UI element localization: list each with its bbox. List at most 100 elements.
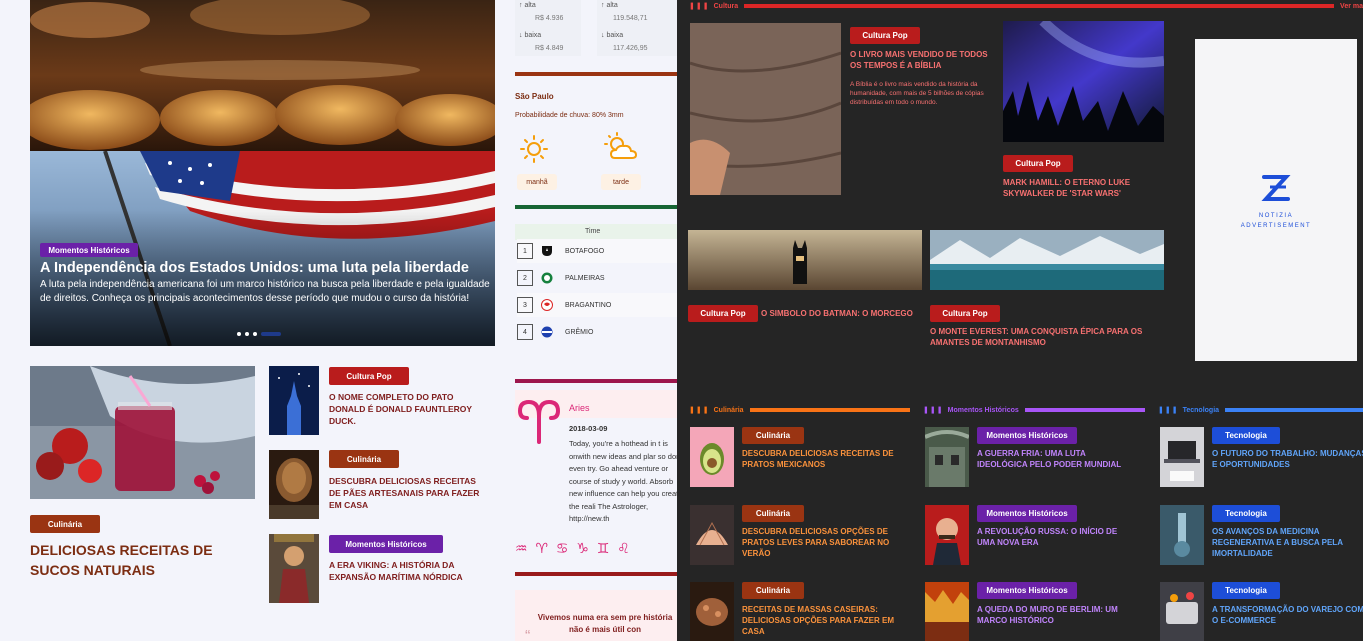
quote-text: Vivemos numa era sem pre história não é … <box>537 613 673 634</box>
slider-dot-active[interactable] <box>261 332 281 336</box>
table-row[interactable]: 2 PALMEIRAS <box>517 266 677 290</box>
bragantino-crest-icon <box>541 299 553 311</box>
market-down-label: baixa <box>524 32 542 39</box>
market-up-label: alta <box>524 2 536 9</box>
ecommerce-thumbnail[interactable] <box>1160 582 1204 641</box>
momentos-item-1-category[interactable]: Momentos Históricos <box>977 427 1077 444</box>
berlinwall-thumbnail[interactable] <box>925 582 969 641</box>
table-row[interactable]: 1 BOTAFOGO <box>517 239 677 263</box>
list-item-1-category[interactable]: Cultura Pop <box>329 367 409 385</box>
section-dots: ❚❚❚ <box>689 407 710 414</box>
top-food-image[interactable] <box>30 0 495 151</box>
row-position: 2 <box>517 270 533 286</box>
momentos-item-2-title[interactable]: A REVOLUÇÃO RUSSA: O INÍCIO DE UMA NOVA … <box>977 526 1132 548</box>
cultura-item-1-category[interactable]: Cultura Pop <box>850 27 920 44</box>
market-col1-down-value: R$ 4.849 <box>535 45 564 52</box>
everest-image[interactable] <box>930 230 1164 290</box>
bread-thumbnail[interactable] <box>269 450 319 519</box>
culinaria-item-2-category[interactable]: Culinária <box>742 505 804 522</box>
momentos-item-3-category[interactable]: Momentos Históricos <box>977 582 1077 599</box>
row-position: 1 <box>517 243 533 259</box>
list-item-1-title[interactable]: O NOME COMPLETO DO PATO DONALD É DONALD … <box>329 391 489 427</box>
shell-thumbnail[interactable] <box>690 505 734 565</box>
market-col1-down: ↓ baixa <box>519 32 541 39</box>
cultura-item-1-title[interactable]: O LIVRO MAIS VENDIDO DE TODOS OS TEMPOS … <box>850 49 995 71</box>
batman-image[interactable] <box>688 230 922 290</box>
feature-category-badge[interactable]: Culinária <box>30 515 100 533</box>
gremio-crest-icon <box>541 326 553 338</box>
momentos-item-1-title[interactable]: A GUERRA FRIA: UMA LUTA IDEOLÓGICA PELO … <box>977 448 1137 470</box>
cloud-sun-icon <box>603 132 639 162</box>
cultura-item-3-category[interactable]: Cultura Pop <box>688 305 758 322</box>
horoscope-divider <box>515 379 677 383</box>
cultura-item-4-category[interactable]: Cultura Pop <box>930 305 1000 322</box>
work-thumbnail[interactable] <box>1160 427 1204 487</box>
castle-thumbnail[interactable] <box>269 366 319 435</box>
tecnologia-item-3-category[interactable]: Tecnologia <box>1212 582 1280 599</box>
arrow-up-icon: ↑ <box>601 2 605 9</box>
table-header-team: Time <box>585 228 601 235</box>
juice-image[interactable] <box>30 366 255 499</box>
list-item-2-title[interactable]: DESCUBRA DELICIOSAS RECEITAS DE PÃES ART… <box>329 475 489 511</box>
bible-image[interactable] <box>690 23 841 195</box>
row-position: 4 <box>517 324 533 340</box>
momentos-item-3-title[interactable]: A QUEDA DO MURO DE BERLIM: UM MARCO HIST… <box>977 604 1137 626</box>
hero-category-badge[interactable]: Momentos Históricos <box>40 243 138 257</box>
feature-title[interactable]: DELICIOSAS RECEITAS DE SUCOS NATURAIS <box>30 540 255 580</box>
middle-column: ↑ alta R$ 4.936 ↓ baixa R$ 4.849 ↑ alta … <box>495 0 677 641</box>
tecnologia-item-1-title[interactable]: O FUTURO DO TRABALHO: MUDANÇAS E OPORTUN… <box>1212 448 1363 470</box>
culinaria-item-3-title[interactable]: RECEITAS DE MASSAS CASEIRAS: DELICIOSAS … <box>742 604 907 637</box>
slider-dot[interactable] <box>253 332 257 336</box>
market-col1: ↑ alta R$ 4.936 ↓ baixa R$ 4.849 <box>515 0 581 56</box>
botafogo-crest-icon <box>542 246 552 256</box>
quote-divider <box>515 572 677 576</box>
cultura-item-1-desc: A Bíblia é o livro mais vendido da histó… <box>850 81 984 106</box>
tecnologia-item-3-title[interactable]: A TRANSFORMAÇÃO DO VAREJO COM O E-COMMER… <box>1212 604 1363 626</box>
section-dots: ❚❚❚ <box>689 3 710 10</box>
cultura-item-2-category[interactable]: Cultura Pop <box>1003 155 1073 172</box>
tecnologia-item-2-category[interactable]: Tecnologia <box>1212 505 1280 522</box>
culinaria-item-2-title[interactable]: DESCUBRA DELICIOSAS OPÇÕES DE PRATOS LEV… <box>742 526 907 559</box>
cultura-item-4-title[interactable]: O MONTE EVEREST: UMA CONQUISTA ÉPICA PAR… <box>930 326 1170 348</box>
medicine-thumbnail[interactable] <box>1160 505 1204 565</box>
row-team: PALMEIRAS <box>565 274 605 282</box>
tecnologia-item-2-title[interactable]: OS AVANÇOS DA MEDICINA REGENERATIVA E A … <box>1212 526 1352 559</box>
market-down-label: baixa <box>606 32 624 39</box>
slider-dot[interactable] <box>245 332 249 336</box>
row-position: 3 <box>517 297 533 313</box>
momentos-item-2-category[interactable]: Momentos Históricos <box>977 505 1077 522</box>
tecnologia-header-label: Tecnologia <box>1182 406 1220 414</box>
zodiac-selector[interactable]: ♒ ♈ ♋ ♑ ♊ ♌ <box>515 540 632 557</box>
see-more-link[interactable]: Ver ma <box>1340 3 1363 10</box>
advertisement[interactable]: NOTIZIA ADVERTISEMENT <box>1195 39 1357 361</box>
hero-slider[interactable]: Momentos Históricos A Independência dos … <box>30 151 495 346</box>
tecnologia-item-1-category[interactable]: Tecnologia <box>1212 427 1280 444</box>
culinaria-header: ❚❚❚ Culinária <box>689 406 910 414</box>
ad-brand: NOTIZIA <box>1258 213 1294 219</box>
revolution-thumbnail[interactable] <box>925 505 969 565</box>
pasta-thumbnail[interactable] <box>690 582 734 641</box>
period-morning: manhã <box>517 174 557 190</box>
viking-thumbnail[interactable] <box>269 534 319 603</box>
avocado-thumbnail[interactable] <box>690 427 734 487</box>
list-item-2-category[interactable]: Culinária <box>329 450 399 468</box>
slider-dot[interactable] <box>237 332 241 336</box>
culinaria-item-3-category[interactable]: Culinária <box>742 582 804 599</box>
starwars-image[interactable] <box>1003 21 1164 142</box>
cultura-header-bar <box>744 4 1335 8</box>
weather-city: São Paulo <box>515 92 554 101</box>
market-col2-up: ↑ alta <box>601 2 618 9</box>
market-up-label: alta <box>606 2 618 9</box>
cultura-item-2-title[interactable]: MARK HAMILL: O ETERNO LUKE SKYWALKER DE … <box>1003 177 1178 199</box>
cultura-item-3-title[interactable]: O SIMBOLO DO BATMAN: O MORCEGO <box>761 308 921 319</box>
momentos-header-bar <box>1024 408 1145 412</box>
hero-title[interactable]: A Independência dos Estados Unidos: uma … <box>40 260 469 276</box>
table-row[interactable]: 4 GRÊMIO <box>517 320 677 344</box>
table-row[interactable]: 3 BRAGANTINO <box>517 293 677 317</box>
culinaria-item-1-category[interactable]: Culinária <box>742 427 804 444</box>
palmeiras-crest-icon <box>541 272 553 284</box>
list-item-3-category[interactable]: Momentos Históricos <box>329 535 443 553</box>
culinaria-item-1-title[interactable]: DESCUBRA DELICIOSAS RECEITAS DE PRATOS M… <box>742 448 902 470</box>
list-item-3-title[interactable]: A ERA VIKING: A HISTÓRIA DA EXPANSÃO MAR… <box>329 559 489 583</box>
coldwar-thumbnail[interactable] <box>925 427 969 487</box>
